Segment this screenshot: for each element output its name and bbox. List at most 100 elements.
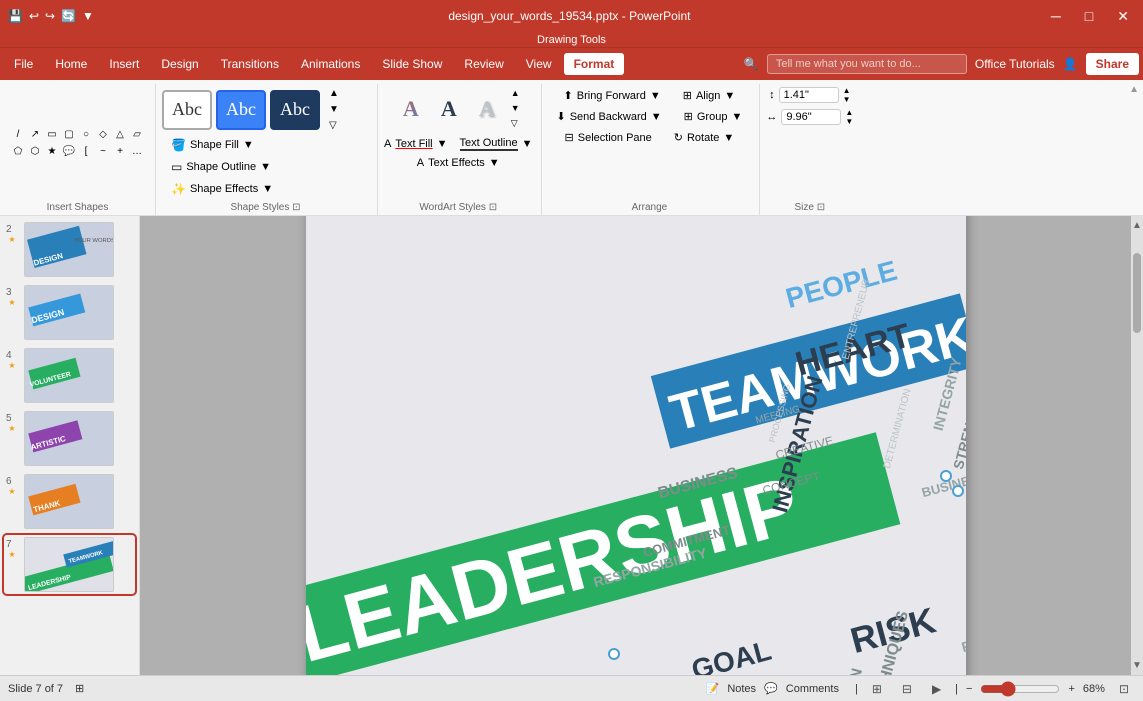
send-backward-btn[interactable]: ⬇ Send Backward ▼	[548, 107, 671, 126]
slide-item-6[interactable]: 6 ★ THANK	[4, 472, 135, 531]
shape-triangle[interactable]: △	[112, 126, 128, 142]
width-input[interactable]	[781, 109, 841, 125]
shape-styles-expand-icon[interactable]: ⊡	[292, 202, 300, 213]
maximize-button[interactable]: □	[1079, 6, 1099, 27]
shape-rounded[interactable]: ▢	[61, 126, 77, 142]
shape-diamond[interactable]: ◇	[95, 126, 111, 142]
shape-callout[interactable]: 💬	[61, 143, 77, 159]
scroll-up-arrow[interactable]: ▲	[1130, 218, 1143, 233]
shape-rect[interactable]: ▭	[44, 126, 60, 142]
style-preview-1[interactable]: Abc	[162, 90, 212, 130]
shape-line[interactable]: /	[10, 126, 26, 142]
zoom-slider[interactable]	[980, 681, 1060, 697]
menu-transitions[interactable]: Transitions	[211, 53, 289, 75]
shape-pentagon[interactable]: ⬠	[10, 143, 26, 159]
style-preview-3[interactable]: Abc	[270, 90, 320, 130]
text-effects-icon: A	[417, 157, 424, 169]
minimize-button[interactable]: ─	[1045, 6, 1067, 27]
customize-icon[interactable]: ▼	[82, 9, 94, 23]
slide-item-5[interactable]: 5 ★ ARTISTIC	[4, 409, 135, 468]
width-down[interactable]: ▼	[845, 117, 853, 126]
outline-icon: ▭	[171, 160, 182, 174]
align-dropdown[interactable]: ▼	[724, 90, 735, 102]
more-styles-down[interactable]: ▼	[324, 102, 344, 117]
search-input[interactable]	[767, 54, 967, 74]
shape-circle[interactable]: ○	[78, 126, 94, 142]
group-dropdown[interactable]: ▼	[731, 111, 742, 123]
zoom-in-icon[interactable]: +	[1068, 683, 1074, 695]
redo-icon[interactable]: ↪	[45, 9, 55, 23]
shape-parallelogram[interactable]: ▱	[129, 126, 145, 142]
office-tutorials-link[interactable]: Office Tutorials	[975, 57, 1055, 71]
height-up[interactable]: ▲	[843, 86, 851, 95]
menu-design[interactable]: Design	[151, 53, 208, 75]
menu-view[interactable]: View	[516, 53, 562, 75]
view-slide-btn[interactable]: ▶	[926, 680, 947, 698]
fill-dropdown-icon[interactable]: ▼	[243, 139, 254, 151]
group-btn[interactable]: ⊞ Group ▼	[675, 107, 752, 126]
text-effects-dropdown[interactable]: ▼	[489, 157, 500, 169]
slide-item-7[interactable]: 7 ★ LEADERSHIP TEAMWORK	[4, 535, 135, 594]
menu-file[interactable]: File	[4, 53, 43, 75]
notes-btn[interactable]: Notes	[727, 683, 756, 695]
scroll-down-arrow[interactable]: ▼	[1130, 658, 1143, 673]
text-outline-dropdown[interactable]: ▼	[522, 138, 533, 150]
scrollbar-thumb[interactable]	[1133, 253, 1141, 333]
shape-hexagon[interactable]: ⬡	[27, 143, 43, 159]
repeat-icon[interactable]: 🔄	[61, 9, 76, 23]
align-btn[interactable]: ⊞ Align ▼	[674, 86, 745, 105]
size-expand-icon[interactable]: ⊡	[817, 202, 825, 213]
text-fill-dropdown[interactable]: ▼	[437, 138, 448, 150]
outline-dropdown-icon[interactable]: ▼	[260, 161, 271, 173]
menu-slideshow[interactable]: Slide Show	[372, 53, 452, 75]
wordart-btn-1[interactable]: A	[393, 91, 429, 127]
zoom-out-icon[interactable]: −	[966, 683, 972, 695]
wordart-more-down[interactable]: ▼	[507, 101, 524, 115]
share-button[interactable]: Share	[1086, 53, 1139, 75]
shape-arrow[interactable]: ↗	[27, 126, 43, 142]
menu-animations[interactable]: Animations	[291, 53, 370, 75]
height-input[interactable]	[779, 87, 839, 103]
rotate-dropdown[interactable]: ▼	[723, 132, 734, 144]
fit-window-btn[interactable]: ⊡	[1113, 680, 1135, 698]
comments-btn[interactable]: Comments	[786, 683, 839, 695]
wordart-expand[interactable]: ▽	[507, 116, 524, 131]
menu-review[interactable]: Review	[454, 53, 513, 75]
menu-home[interactable]: Home	[45, 53, 97, 75]
menu-format[interactable]: Format	[564, 53, 625, 75]
slide-item-3[interactable]: 3 ★ DESIGN	[4, 283, 135, 342]
shape-effects-btn[interactable]: ✨ Shape Effects ▼	[162, 179, 282, 199]
wordart-more-up[interactable]: ▲	[507, 86, 524, 100]
wordart-btn-3[interactable]: A	[469, 91, 505, 127]
slide-item-2[interactable]: 2 ★ DESIGN YOUR WORDS	[4, 220, 135, 279]
close-button[interactable]: ✕	[1111, 6, 1135, 27]
rotate-btn[interactable]: ↻ Rotate ▼	[665, 128, 744, 147]
effects-dropdown-icon[interactable]: ▼	[262, 183, 273, 195]
height-down[interactable]: ▼	[843, 95, 851, 104]
width-up[interactable]: ▲	[845, 108, 853, 117]
style-preview-2[interactable]: Abc	[216, 90, 266, 130]
bring-forward-dropdown[interactable]: ▼	[650, 90, 661, 102]
undo-icon[interactable]: ↩	[29, 9, 39, 23]
view-grid-btn[interactable]: ⊟	[896, 680, 918, 698]
more-styles-up[interactable]: ▲	[324, 86, 344, 101]
shape-star[interactable]: ★	[44, 143, 60, 159]
wordart-expand-icon[interactable]: ⊡	[489, 202, 497, 213]
bring-forward-btn[interactable]: ⬆ Bring Forward ▼	[555, 86, 670, 105]
shape-outline-btn[interactable]: ▭ Shape Outline ▼	[162, 157, 280, 177]
menu-insert[interactable]: Insert	[99, 53, 149, 75]
wordart-btn-2[interactable]: A	[431, 91, 467, 127]
shape-cross[interactable]: +	[112, 143, 128, 159]
ribbon-collapse-btn[interactable]: ▲	[1129, 84, 1139, 95]
shape-more[interactable]: …	[129, 143, 145, 159]
view-normal-btn[interactable]: ⊞	[866, 680, 888, 698]
v-scrollbar-right[interactable]: ▲ ▼	[1131, 216, 1143, 675]
slide-item-4[interactable]: 4 ★ VOLUNTEER	[4, 346, 135, 405]
send-backward-dropdown[interactable]: ▼	[651, 111, 662, 123]
fit-slide-icon[interactable]: ⊞	[75, 682, 84, 695]
selection-pane-btn[interactable]: ⊟ Selection Pane	[556, 128, 661, 147]
shape-bracket[interactable]: [	[78, 143, 94, 159]
shape-fill-btn[interactable]: 🪣 Shape Fill ▼	[162, 135, 263, 155]
shape-curve[interactable]: ~	[95, 143, 111, 159]
more-styles-expand[interactable]: ▽	[324, 118, 344, 133]
